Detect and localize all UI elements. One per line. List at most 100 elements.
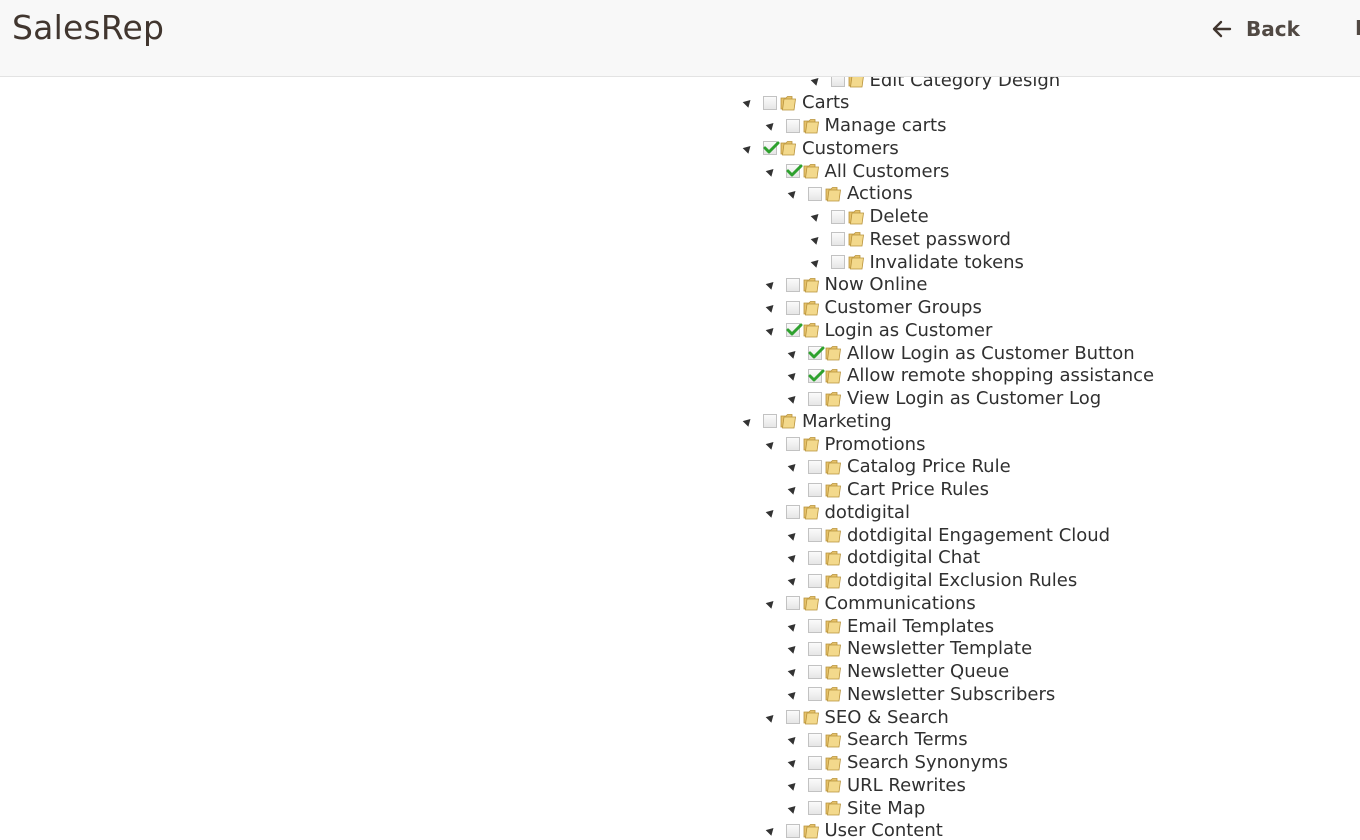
- tree-node[interactable]: Site Map: [787, 797, 925, 820]
- tree-node[interactable]: Email Templates: [787, 615, 994, 638]
- tree-node[interactable]: Search Terms: [787, 729, 968, 752]
- tree-node[interactable]: Marketing: [742, 410, 892, 433]
- checkbox-icon[interactable]: [785, 277, 800, 292]
- checkbox-icon[interactable]: [808, 391, 822, 406]
- checkbox-icon[interactable]: [785, 596, 800, 611]
- tree-expand-triangle-icon[interactable]: [765, 438, 776, 450]
- tree-expand-triangle-icon[interactable]: [810, 77, 821, 86]
- checkbox-icon[interactable]: [763, 95, 777, 110]
- tree-node[interactable]: dotdigital Engagement Cloud: [787, 524, 1110, 547]
- tree-expand-triangle-icon[interactable]: [765, 325, 776, 336]
- checkbox-icon[interactable]: [785, 505, 800, 520]
- checkbox-icon[interactable]: [808, 732, 822, 747]
- tree-node[interactable]: Now Online: [765, 274, 927, 297]
- tree-node[interactable]: All Customers: [765, 160, 949, 183]
- checkbox-checked-icon[interactable]: [785, 164, 802, 179]
- tree-node[interactable]: Actions: [787, 183, 913, 206]
- checkbox-icon[interactable]: [830, 209, 845, 224]
- tree-node[interactable]: Catalog Price Rule: [787, 456, 1011, 479]
- tree-node[interactable]: Communications: [765, 592, 976, 615]
- tree-expand-triangle-icon[interactable]: [810, 256, 821, 268]
- tree-expand-triangle-icon[interactable]: [765, 825, 776, 837]
- tree-node[interactable]: Manage carts: [765, 114, 946, 137]
- checkbox-icon[interactable]: [808, 778, 822, 793]
- tree-expand-triangle-icon[interactable]: [787, 393, 799, 404]
- tree-expand-triangle-icon[interactable]: [765, 302, 776, 313]
- tree-expand-triangle-icon[interactable]: [787, 666, 799, 677]
- tree-node[interactable]: dotdigital Chat: [787, 547, 980, 570]
- checkbox-icon[interactable]: [785, 437, 800, 452]
- tree-node[interactable]: View Login as Customer Log: [787, 387, 1101, 410]
- tree-node[interactable]: Customers: [742, 137, 899, 160]
- checkbox-icon[interactable]: [808, 459, 822, 474]
- tree-expand-triangle-icon[interactable]: [765, 165, 776, 177]
- tree-expand-triangle-icon[interactable]: [787, 370, 799, 382]
- tree-expand-triangle-icon[interactable]: [765, 507, 776, 518]
- checkbox-icon[interactable]: [785, 710, 800, 725]
- checkbox-icon[interactable]: [808, 573, 822, 588]
- tree-node[interactable]: dotdigital Exclusion Rules: [787, 569, 1077, 592]
- tree-expand-triangle-icon[interactable]: [810, 211, 821, 222]
- checkbox-checked-icon[interactable]: [808, 368, 825, 383]
- checkbox-checked-icon[interactable]: [808, 346, 825, 361]
- tree-expand-triangle-icon[interactable]: [787, 484, 799, 495]
- tree-expand-triangle-icon[interactable]: [787, 620, 799, 632]
- tree-expand-triangle-icon[interactable]: [742, 416, 754, 427]
- tree-node[interactable]: Cart Price Rules: [787, 478, 989, 501]
- tree-expand-triangle-icon[interactable]: [765, 711, 776, 723]
- tree-expand-triangle-icon[interactable]: [787, 461, 799, 473]
- tree-node[interactable]: Edit Category Design: [810, 77, 1060, 91]
- checkbox-icon[interactable]: [808, 619, 822, 634]
- tree-node[interactable]: Newsletter Subscribers: [787, 683, 1055, 706]
- tree-expand-triangle-icon[interactable]: [742, 143, 754, 154]
- tree-expand-triangle-icon[interactable]: [765, 598, 776, 609]
- tree-node[interactable]: Invalidate tokens: [810, 251, 1024, 274]
- tree-expand-triangle-icon[interactable]: [787, 689, 799, 700]
- checkbox-icon[interactable]: [830, 232, 845, 247]
- tree-node[interactable]: Promotions: [765, 433, 925, 456]
- checkbox-icon[interactable]: [808, 801, 822, 816]
- tree-node[interactable]: Allow remote shopping assistance: [787, 365, 1154, 388]
- tree-node[interactable]: Customer Groups: [765, 296, 982, 319]
- tree-expand-triangle-icon[interactable]: [787, 780, 799, 791]
- tree-expand-triangle-icon[interactable]: [787, 552, 799, 564]
- tree-expand-triangle-icon[interactable]: [765, 279, 776, 291]
- back-button[interactable]: Back: [1212, 16, 1300, 42]
- tree-expand-triangle-icon[interactable]: [787, 734, 799, 746]
- checkbox-icon[interactable]: [785, 118, 800, 133]
- tree-node[interactable]: Search Synonyms: [787, 751, 1008, 774]
- tree-node[interactable]: SEO & Search: [765, 706, 949, 729]
- tree-expand-triangle-icon[interactable]: [787, 529, 799, 541]
- tree-expand-triangle-icon[interactable]: [787, 757, 799, 768]
- checkbox-checked-icon[interactable]: [785, 323, 802, 338]
- checkbox-icon[interactable]: [808, 528, 822, 543]
- tree-expand-triangle-icon[interactable]: [787, 575, 799, 586]
- checkbox-icon[interactable]: [808, 186, 822, 201]
- tree-node[interactable]: User Content: [765, 820, 943, 840]
- tree-expand-triangle-icon[interactable]: [787, 802, 799, 814]
- tree-expand-triangle-icon[interactable]: [787, 188, 799, 200]
- tree-expand-triangle-icon[interactable]: [765, 120, 776, 131]
- checkbox-icon[interactable]: [808, 755, 822, 770]
- checkbox-icon[interactable]: [808, 687, 822, 702]
- tree-expand-triangle-icon[interactable]: [787, 347, 799, 359]
- checkbox-icon[interactable]: [808, 482, 822, 497]
- reset-button[interactable]: R: [1355, 16, 1360, 42]
- tree-expand-triangle-icon[interactable]: [742, 97, 754, 109]
- checkbox-icon[interactable]: [763, 414, 777, 429]
- checkbox-icon[interactable]: [808, 550, 822, 565]
- checkbox-checked-icon[interactable]: [763, 141, 780, 156]
- tree-node[interactable]: Allow Login as Customer Button: [787, 342, 1135, 365]
- checkbox-icon[interactable]: [785, 823, 800, 838]
- tree-node[interactable]: Carts: [742, 92, 849, 115]
- checkbox-icon[interactable]: [808, 641, 822, 656]
- tree-node[interactable]: URL Rewrites: [787, 774, 966, 797]
- tree-node[interactable]: dotdigital: [765, 501, 910, 524]
- tree-node[interactable]: Newsletter Queue: [787, 660, 1009, 683]
- tree-node[interactable]: Reset password: [810, 228, 1011, 251]
- tree-expand-triangle-icon[interactable]: [787, 643, 799, 655]
- checkbox-icon[interactable]: [830, 255, 845, 270]
- tree-expand-triangle-icon[interactable]: [810, 234, 821, 245]
- checkbox-icon[interactable]: [808, 664, 822, 679]
- tree-node[interactable]: Delete: [810, 205, 929, 228]
